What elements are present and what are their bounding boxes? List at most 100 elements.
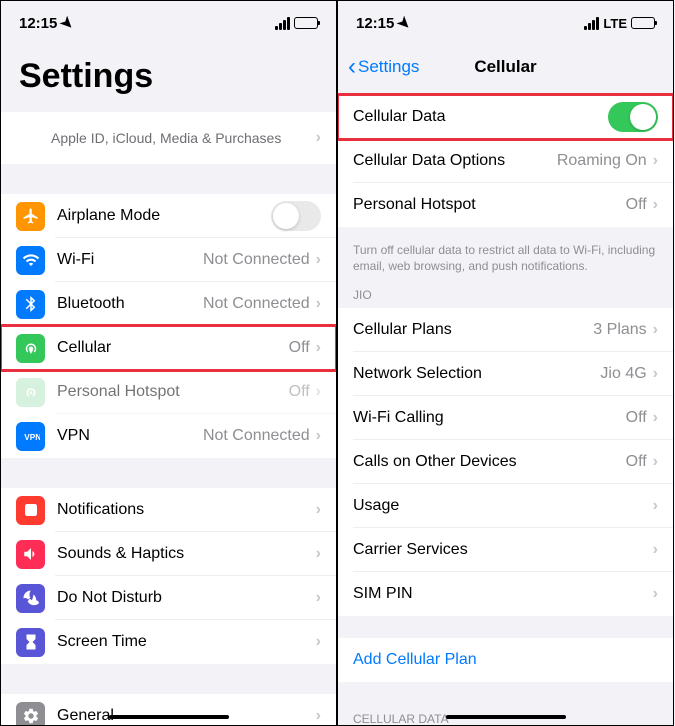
chevron-right-icon: › <box>316 501 321 519</box>
chevron-right-icon: › <box>653 152 658 170</box>
chevron-right-icon: › <box>653 541 658 559</box>
callsother-row[interactable]: Calls on Other Devices Off › <box>338 440 673 484</box>
signal-icon <box>584 17 599 30</box>
cellular-main-group: Cellular Data Cellular Data Options Roamin… <box>338 95 673 227</box>
bluetooth-row[interactable]: Bluetooth Not Connected › <box>1 282 336 326</box>
airplane-label: Airplane Mode <box>57 207 271 225</box>
wifi-detail: Not Connected <box>203 251 310 269</box>
hotspot-row[interactable]: Personal HotspotOff› <box>338 183 673 227</box>
chevron-right-icon: › <box>653 196 658 214</box>
nav-bar: ‹ Settings Cellular <box>338 45 673 89</box>
wifi-label: Wi-Fi <box>57 251 197 269</box>
svg-text:VPN: VPN <box>24 433 40 442</box>
signal-icon <box>275 17 290 30</box>
chevron-right-icon: › <box>653 409 658 427</box>
callsother-label: Calls on Other Devices <box>353 453 620 471</box>
chevron-right-icon: › <box>653 365 658 383</box>
dnd-label: Do Not Disturb <box>57 589 310 607</box>
usage-label: Usage <box>353 497 647 515</box>
status-time: 12:15 <box>19 15 57 32</box>
airplane-row[interactable]: Airplane Mode <box>1 194 336 238</box>
chevron-right-icon: › <box>316 295 321 313</box>
location-icon: ➤ <box>394 12 416 34</box>
cellular-screen: 12:15 ➤ LTE ‹ Settings Cellular Cellular… <box>337 0 674 726</box>
add-plan-label: Add Cellular Plan <box>353 651 658 669</box>
cell-options-row[interactable]: Cellular Data Options Roaming On › <box>338 139 673 183</box>
page-title: Settings <box>1 45 336 106</box>
notifications-row[interactable]: Notifications › <box>1 488 336 532</box>
cell-data-row[interactable]: Cellular Data <box>338 95 673 139</box>
bluetooth-label: Bluetooth <box>57 295 197 313</box>
hotspot-row[interactable]: Personal Hotspot Off › <box>1 370 336 414</box>
hotspot-detail: Off <box>626 196 647 214</box>
simpin-row[interactable]: SIM PIN› <box>338 572 673 616</box>
status-time: 12:15 <box>356 15 394 32</box>
sounds-label: Sounds & Haptics <box>57 545 310 563</box>
connectivity-group: Airplane ModeWi-FiNot Connected›Bluetoot… <box>1 194 336 458</box>
hotspot-label: Personal Hotspot <box>57 383 283 401</box>
chevron-right-icon: › <box>316 129 321 147</box>
vpn-detail: Not Connected <box>203 427 310 445</box>
cell-data-label: Cellular Data <box>353 108 608 126</box>
home-indicator[interactable] <box>109 715 229 719</box>
battery-icon <box>294 17 318 29</box>
sounds-row[interactable]: Sounds & Haptics › <box>1 532 336 576</box>
add-cellular-plan[interactable]: Add Cellular Plan <box>338 638 673 682</box>
chevron-right-icon: › <box>653 453 658 471</box>
cell-options-detail: Roaming On <box>557 152 647 170</box>
network-row[interactable]: Network Selection Jio 4G › <box>338 352 673 396</box>
chevron-right-icon: › <box>316 427 321 445</box>
plans-label: Cellular Plans <box>353 321 587 339</box>
notifications-icon <box>16 496 45 525</box>
cellular-row[interactable]: CellularOff› <box>1 326 336 370</box>
carrier-row[interactable]: Carrier Services › <box>338 528 673 572</box>
chevron-left-icon: ‹ <box>348 55 356 79</box>
home-indicator[interactable] <box>446 715 566 719</box>
airplane-icon <box>16 202 45 231</box>
chevron-right-icon: › <box>316 251 321 269</box>
hotspot-icon <box>16 378 45 407</box>
cell-data-toggle[interactable] <box>608 102 658 132</box>
usage-row[interactable]: Usage› <box>338 484 673 528</box>
callsother-detail: Off <box>626 453 647 471</box>
dnd-row[interactable]: Do Not Disturb › <box>1 576 336 620</box>
apple-id-row[interactable]: Apple ID, iCloud, Media & Purchases › <box>1 112 336 164</box>
notifications-label: Notifications <box>57 501 310 519</box>
back-button[interactable]: ‹ Settings <box>348 55 419 79</box>
cellular-detail: Off <box>289 339 310 357</box>
screentime-row[interactable]: Screen Time› <box>1 620 336 664</box>
chevron-right-icon: › <box>316 589 321 607</box>
carrier-group: Cellular Plans 3 Plans › Network Selection J… <box>338 308 673 616</box>
battery-icon <box>631 17 655 29</box>
chevron-right-icon: › <box>316 707 321 725</box>
sounds-icon <box>16 540 45 569</box>
wifi-row[interactable]: Wi-Fi Not Connected › <box>1 238 336 282</box>
location-icon: ➤ <box>57 12 79 34</box>
general-icon <box>16 702 45 726</box>
screentime-icon <box>16 628 45 657</box>
vpn-row[interactable]: VPNVPNNot Connected› <box>1 414 336 458</box>
chevron-right-icon: › <box>316 383 321 401</box>
network-label: Network Selection <box>353 365 594 383</box>
network-type: LTE <box>603 16 627 31</box>
plans-row[interactable]: Cellular Plans3 Plans› <box>338 308 673 352</box>
cellular-footer: Turn off cellular data to restrict all d… <box>338 237 673 284</box>
network-detail: Jio 4G <box>600 365 646 383</box>
apple-id-label: Apple ID, iCloud, Media & Purchases <box>1 112 336 164</box>
airplane-toggle[interactable] <box>271 201 321 231</box>
chevron-right-icon: › <box>653 585 658 603</box>
wificall-label: Wi-Fi Calling <box>353 409 620 427</box>
chevron-right-icon: › <box>316 633 321 651</box>
wificall-row[interactable]: Wi-Fi Calling Off › <box>338 396 673 440</box>
carrier-header: JIO <box>338 284 673 308</box>
chevron-right-icon: › <box>316 339 321 357</box>
hotspot-detail: Off <box>289 383 310 401</box>
plans-detail: 3 Plans <box>593 321 646 339</box>
wificall-detail: Off <box>626 409 647 427</box>
carrier-label: Carrier Services <box>353 541 647 559</box>
chevron-right-icon: › <box>316 545 321 563</box>
cell-options-label: Cellular Data Options <box>353 152 551 170</box>
general-row[interactable]: General› <box>1 694 336 726</box>
bluetooth-detail: Not Connected <box>203 295 310 313</box>
general-group: General›Control Center›AADisplay & Brigh… <box>1 694 336 726</box>
